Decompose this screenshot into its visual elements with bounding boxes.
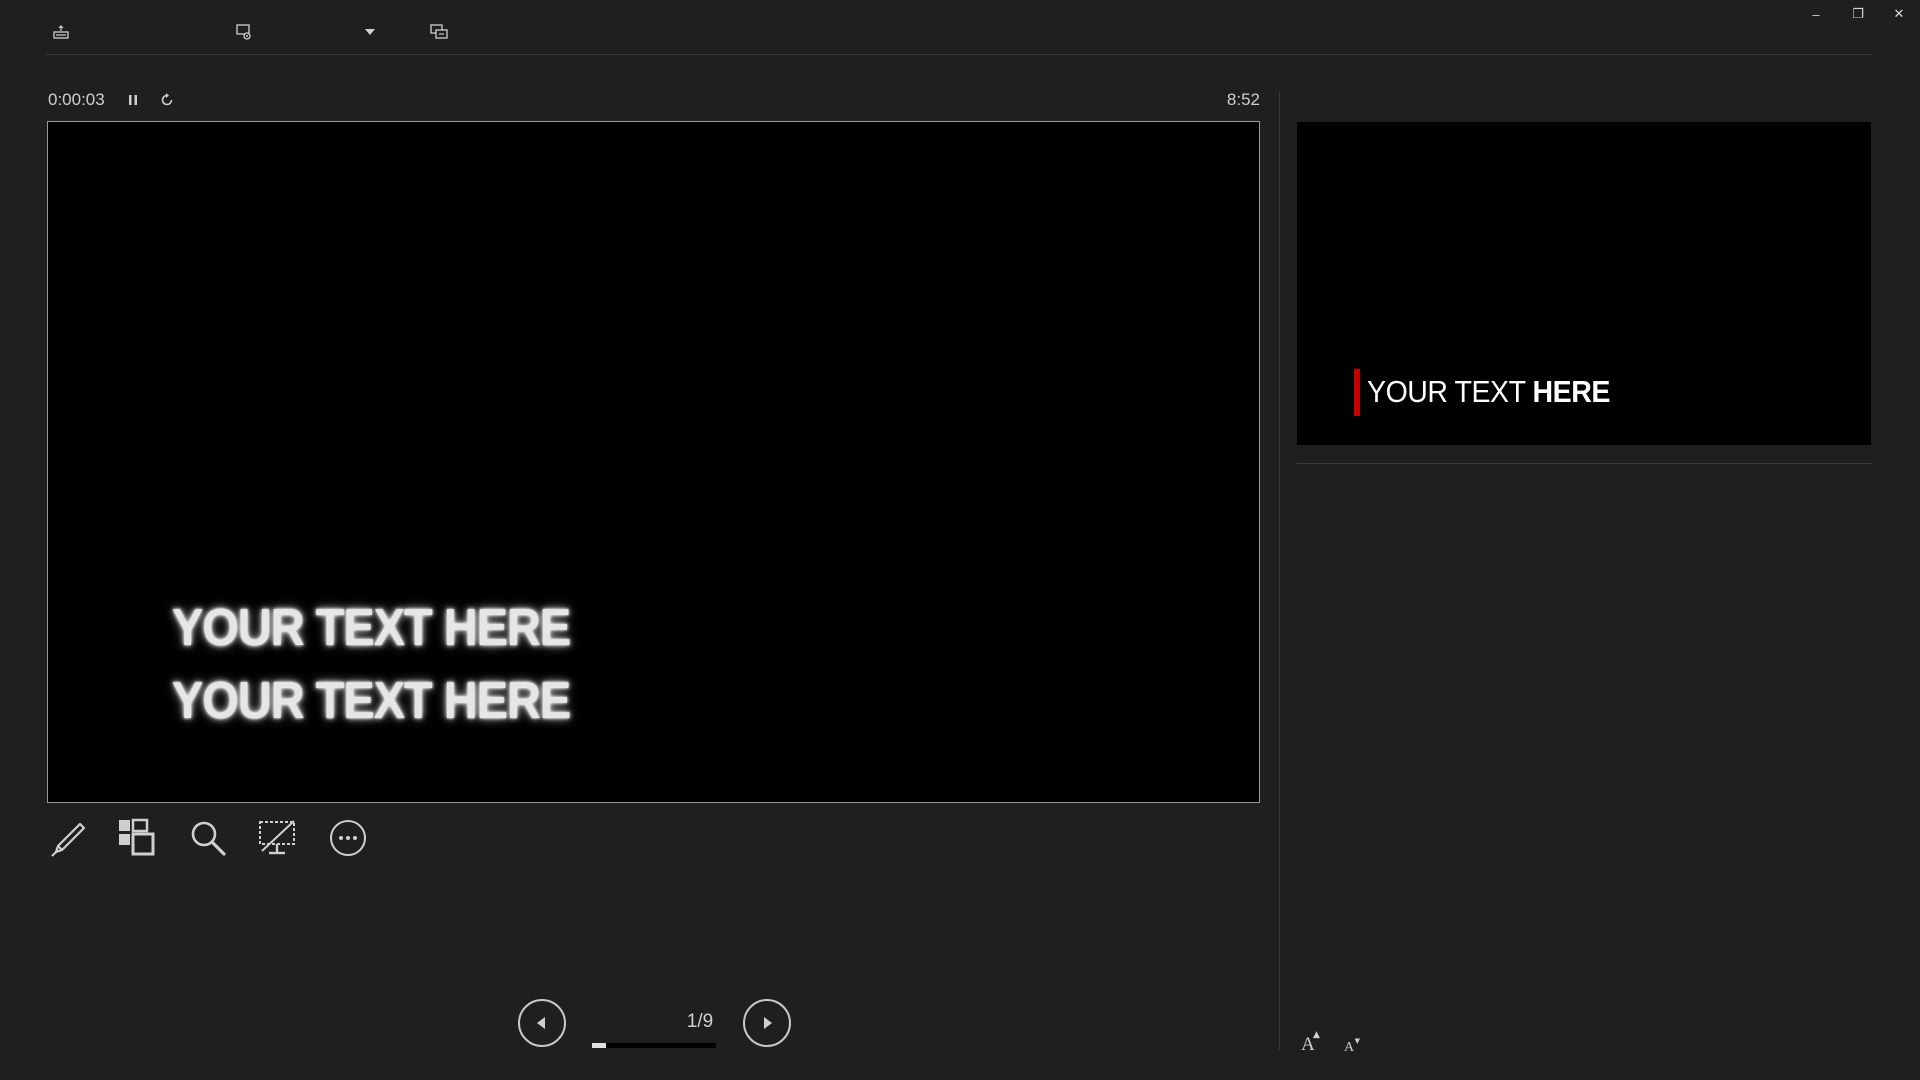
increase-font-button[interactable]: A ▲	[1294, 1030, 1322, 1056]
minimize-button[interactable]: –	[1803, 4, 1829, 24]
next-arrow-icon	[764, 1017, 772, 1029]
slide-text-line-2: YOUR TEXT HERE	[172, 672, 571, 730]
decrease-font-icon: A ▼	[1343, 1037, 1361, 1055]
next-slide-text-regular: YOUR TEXT	[1367, 374, 1533, 409]
see-all-slides-icon	[119, 818, 155, 856]
previous-arrow-icon	[537, 1017, 545, 1029]
slide-counter[interactable]: 1/9	[660, 1011, 740, 1033]
display-settings-icon[interactable]	[234, 22, 254, 42]
next-slide-accent-bar	[1354, 369, 1360, 416]
previous-slide-button[interactable]	[518, 999, 566, 1047]
pen-icon	[51, 822, 86, 857]
current-slide[interactable]: YOUR TEXT HERE YOUR TEXT HERE	[47, 121, 1260, 803]
close-button[interactable]: ✕	[1886, 4, 1912, 24]
speaker-notes-area[interactable]	[1297, 470, 1872, 1020]
restore-button[interactable]: ❐	[1845, 4, 1871, 24]
current-time-clock: 8:52	[1226, 90, 1260, 109]
black-screen-button[interactable]	[255, 816, 299, 860]
notes-divider	[1297, 463, 1872, 464]
dropdown-arrow-icon[interactable]	[360, 22, 380, 42]
more-options-icon	[330, 820, 366, 856]
zoom-icon	[191, 821, 226, 856]
increase-font-icon: A ▲	[1301, 1030, 1320, 1055]
elapsed-timer: 0:00:03	[48, 90, 105, 109]
next-slide-text-bold: HERE	[1532, 374, 1611, 409]
slide-text-line-1: YOUR TEXT HERE	[172, 599, 571, 657]
pane-divider[interactable]	[1279, 92, 1280, 1050]
black-screen-icon	[259, 820, 295, 855]
decrease-font-label: A	[1343, 1040, 1355, 1055]
toolbar-divider	[46, 54, 1872, 55]
pause-timer-button[interactable]	[123, 90, 143, 110]
slide-progress-fill	[592, 1043, 606, 1048]
restart-timer-button[interactable]	[157, 90, 177, 110]
next-slide-button[interactable]	[743, 999, 791, 1047]
next-slide-preview[interactable]: YOUR TEXT HERE	[1297, 122, 1871, 445]
zoom-button[interactable]	[186, 816, 230, 860]
pen-tool-button[interactable]	[46, 816, 90, 860]
more-options-button[interactable]	[326, 816, 370, 860]
see-all-slides-button[interactable]	[115, 816, 159, 860]
slide-progress-bar	[592, 1043, 716, 1048]
decrease-font-button[interactable]: A ▼	[1335, 1030, 1363, 1056]
swap-displays-icon[interactable]	[429, 22, 449, 42]
next-slide-text: YOUR TEXT HERE	[1367, 374, 1610, 410]
taskbar-icon[interactable]	[51, 22, 71, 42]
restart-icon	[161, 93, 173, 106]
pause-icon	[129, 95, 137, 105]
